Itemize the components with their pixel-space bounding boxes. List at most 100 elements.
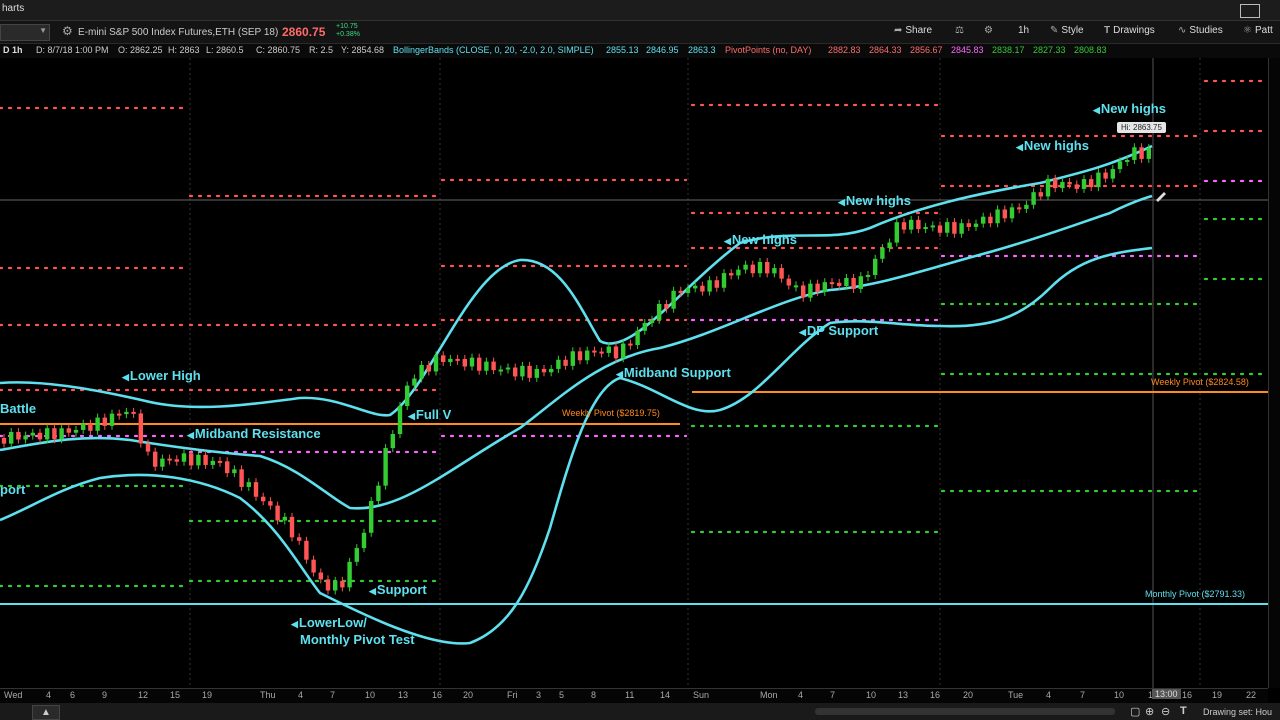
candle-body — [945, 222, 950, 233]
candle-body — [59, 428, 64, 440]
time-axis-label: 16 — [930, 690, 941, 700]
style-button[interactable]: ✎ Style — [1050, 25, 1084, 36]
time-axis-label: 16 — [432, 690, 443, 700]
horizontal-scrollbar[interactable] — [815, 708, 1115, 715]
candle-body — [901, 222, 907, 230]
patterns-button[interactable]: ⚛ Patt — [1243, 25, 1273, 36]
candle-body — [196, 454, 201, 466]
annotation-lower-low[interactable]: LowerLow/ — [291, 615, 367, 632]
candle-body — [556, 359, 561, 369]
candle-body — [909, 219, 914, 230]
candle-body — [829, 282, 835, 285]
candle-body — [462, 358, 467, 367]
candle-body — [887, 242, 892, 248]
style-label: Style — [1061, 25, 1084, 36]
maximize-button[interactable] — [1240, 4, 1260, 18]
flask-button[interactable]: ⚖ — [955, 25, 967, 36]
collapse-icon[interactable]: ▲ — [32, 705, 60, 720]
time-axis-label: 13 — [398, 690, 409, 700]
candle-body — [606, 346, 611, 353]
annotation-new-highs[interactable]: New highs — [838, 193, 911, 210]
candle-body — [210, 460, 215, 465]
candle-body — [9, 432, 14, 444]
candle-body — [232, 469, 237, 474]
timeframe-button[interactable]: 1h — [1018, 25, 1029, 36]
share-button[interactable]: ➦ Share — [894, 25, 932, 36]
candle-body — [426, 364, 431, 372]
annotation-support-left[interactable]: port — [0, 482, 25, 497]
drawing-set-label[interactable]: Drawing set: Hou — [1203, 707, 1272, 717]
candle-body — [577, 351, 583, 361]
annotation-new-highs[interactable]: New highs — [1093, 101, 1166, 118]
candle-body — [563, 359, 568, 366]
pivot-study-label[interactable]: PivotPoints (no, DAY) — [725, 45, 811, 55]
candle-body — [520, 365, 525, 377]
candle-body — [30, 432, 35, 436]
candle-body — [1074, 184, 1079, 189]
candle-body — [311, 559, 316, 573]
candle-body — [282, 516, 287, 521]
candle-body — [491, 361, 496, 371]
symbol-dropdown[interactable]: ▼ — [0, 24, 50, 41]
candle-body — [203, 454, 208, 465]
window-title: harts — [2, 3, 25, 14]
annotation-lower-high[interactable]: Lower High — [122, 368, 201, 385]
annotation-midband-support[interactable]: Midband Support — [616, 365, 731, 382]
time-axis-label: 3 — [536, 690, 542, 700]
annotation-new-highs[interactable]: New highs — [724, 232, 797, 249]
candle-body — [325, 579, 331, 591]
price-axis[interactable] — [1268, 58, 1280, 688]
candle-body — [167, 458, 172, 461]
zoom-in-icon[interactable]: ▢ — [1130, 705, 1140, 718]
settings-button[interactable]: ⚙ — [984, 25, 996, 36]
time-axis-label: 11 — [625, 690, 635, 700]
gear-icon[interactable]: ⚙ — [62, 24, 73, 38]
pivot-value: 2845.83 — [951, 45, 984, 55]
candle-body — [880, 247, 885, 259]
pivot-value: 2882.83 — [828, 45, 861, 55]
candle-body — [45, 428, 50, 440]
text-icon[interactable]: T — [1180, 705, 1187, 717]
candle-body — [88, 423, 93, 431]
candle-body — [873, 258, 878, 275]
candle-body — [441, 355, 446, 363]
annotation-support[interactable]: Support — [369, 582, 427, 599]
candle-body — [189, 453, 194, 466]
weekly-pivot-label: Weekly Pivot ($2819.75) — [562, 408, 660, 418]
candle-body — [433, 355, 439, 372]
annotation-midband-resistance[interactable]: Midband Resistance — [187, 426, 321, 443]
annotation-monthly-pivot-test[interactable]: Monthly Pivot Test — [300, 632, 415, 647]
annotation-dp-support[interactable]: DP Support — [799, 323, 878, 340]
candle-body — [714, 280, 719, 288]
zoom-in-icon[interactable]: ⊕ — [1145, 705, 1154, 718]
time-axis-label: 4 — [798, 690, 804, 700]
candle-body — [1067, 181, 1072, 185]
bollinger-study-label[interactable]: BollingerBands (CLOSE, 0, 20, -2.0, 2.0,… — [393, 45, 594, 55]
candle-body — [793, 285, 799, 288]
candle-body — [693, 285, 698, 289]
candle-body — [585, 350, 590, 361]
drawings-button[interactable]: T Drawings — [1104, 25, 1155, 36]
candle-body — [1132, 147, 1137, 160]
candle-body — [642, 322, 647, 331]
aggregation-label[interactable]: D 1h — [3, 45, 23, 55]
candle-body — [217, 460, 223, 463]
candle-body — [131, 411, 136, 414]
candle-body — [160, 458, 165, 467]
candle-body — [153, 451, 158, 467]
zoom-out-icon[interactable]: ⊖ — [1161, 705, 1170, 718]
candle-body — [966, 223, 971, 227]
annotation-new-highs[interactable]: New highs — [1016, 138, 1089, 155]
bollinger-value: 2863.3 — [688, 45, 716, 55]
studies-button[interactable]: ∿ Studies — [1178, 25, 1223, 36]
candle-body — [304, 540, 309, 560]
candle-body — [81, 423, 86, 430]
time-axis[interactable]: Wed 4 6 9 12 15 19 Thu 4 7 10 13 16 20 Fri 3 5 8 11 14 Sun Mo… — [0, 688, 1268, 703]
bollinger-middle — [0, 194, 1153, 510]
time-axis-label: 5 — [559, 690, 565, 700]
time-axis-label: Fri — [507, 690, 518, 700]
candle-body — [801, 285, 806, 298]
annotation-battle[interactable]: Battle — [0, 401, 36, 416]
time-axis-label: 10 — [1114, 690, 1125, 700]
annotation-full-v[interactable]: Full V — [408, 407, 451, 424]
